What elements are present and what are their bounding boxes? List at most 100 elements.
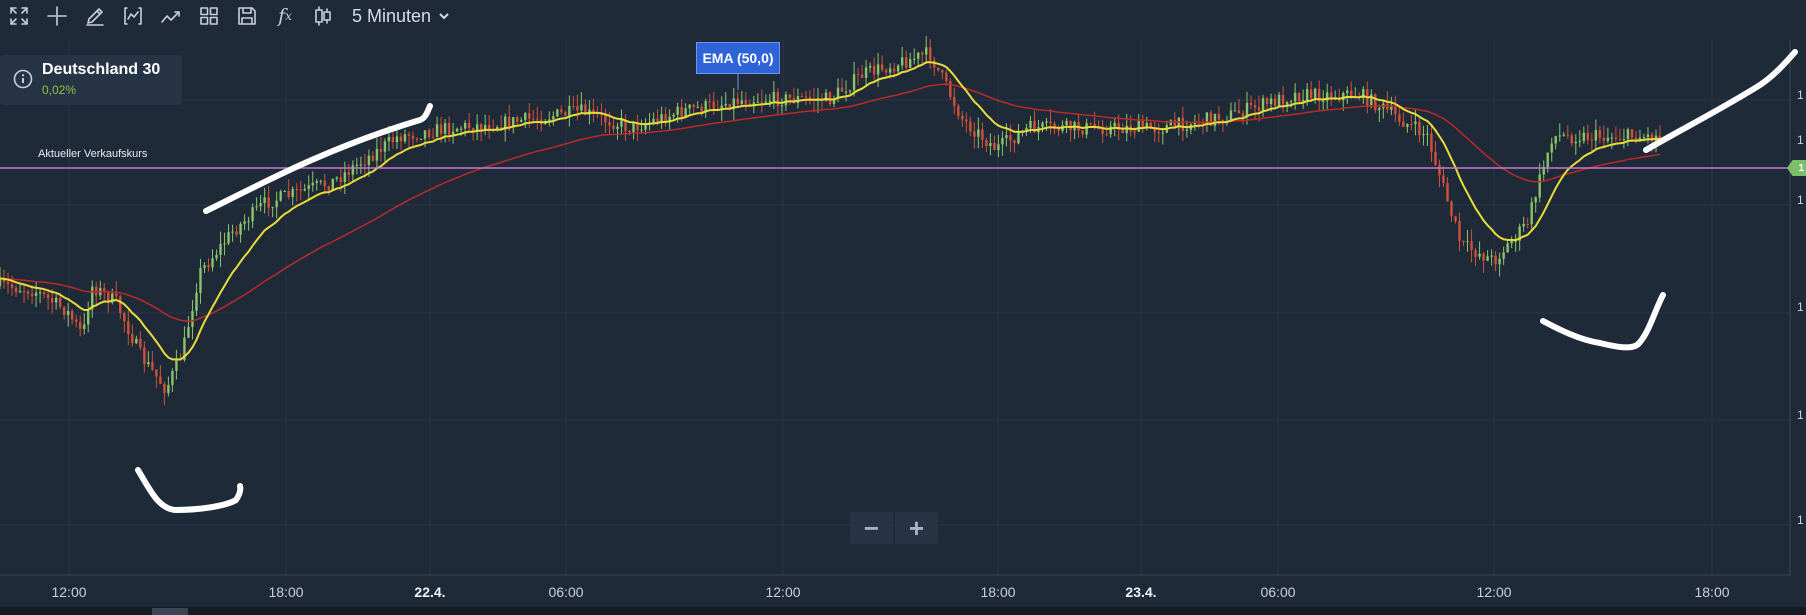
candle [10,284,14,288]
candle [135,338,138,344]
candle [1538,174,1541,198]
candle [207,265,210,268]
candle [508,116,511,128]
candle [892,68,896,72]
zoom-in-button[interactable]: + [895,512,938,544]
candle [247,221,250,223]
x-tick-label: 12:00 [1476,584,1512,600]
candle [255,206,258,208]
candle [451,131,455,135]
candle [1289,101,1293,103]
candle [1450,201,1453,217]
candle [1374,94,1377,111]
candle [327,186,330,191]
candle [656,118,659,123]
candle [415,138,419,140]
candle [764,101,768,103]
candle [568,105,571,116]
candle [1113,122,1116,127]
instrument-info-box[interactable]: Deutschland 30 0,02% [0,55,182,105]
chart-grid [0,40,1791,576]
candle [1217,113,1221,120]
candle [1462,240,1465,242]
candle [1458,221,1461,241]
candle [331,178,335,191]
candle [435,124,439,138]
candle [1534,197,1537,203]
candle [552,116,555,120]
candle [1510,240,1513,244]
candle [1610,137,1614,139]
candle [1105,134,1108,136]
candle [1530,202,1533,225]
candle [1346,90,1349,93]
ema-indicator-tag[interactable]: EMA (50,0) [696,42,780,74]
candle [62,306,66,316]
candle [1606,137,1610,141]
candle [612,125,615,130]
instrument-name: Deutschland 30 [42,61,161,78]
zoom-out-button[interactable]: − [850,512,893,544]
candle [1578,141,1582,143]
candle [175,359,178,371]
candle [784,94,788,106]
candle [516,117,519,122]
candle [231,231,234,233]
candle [1273,98,1277,106]
candle [1249,102,1253,105]
candle [1233,110,1237,112]
candle [403,134,407,142]
candle [447,123,451,135]
candle [1402,121,1405,127]
candle [616,126,619,130]
candle [1630,129,1634,138]
candle [419,138,423,140]
candle [163,383,166,394]
candle [1622,139,1626,141]
candle [1237,110,1241,114]
annotation-bottom-left [135,467,244,513]
candle [740,100,743,104]
horizontal-scrollbar[interactable] [0,607,1806,615]
candle [1041,122,1044,128]
candle [760,101,764,103]
candle [131,334,134,344]
candle [840,87,844,92]
candle [977,129,980,137]
scrollbar-thumb[interactable] [152,608,188,615]
candle [211,258,214,268]
candle [941,70,944,73]
candle [22,291,26,293]
candle [42,292,46,295]
candle [937,67,940,71]
candle [311,182,314,186]
candle [267,197,270,208]
candle [387,137,391,142]
candle [1017,132,1020,144]
candle [459,128,463,130]
candle [1618,139,1622,141]
candle [708,101,711,103]
candle [696,106,699,108]
candle [913,58,916,60]
candle [411,135,415,139]
candle [532,118,535,120]
candle [1486,256,1489,261]
candle [772,92,776,101]
candle [1470,241,1473,251]
candle [1293,92,1297,102]
candle [275,200,278,208]
candle [78,322,82,329]
y-tick-label: 1 [1797,133,1804,147]
candle [395,136,399,143]
candle [54,297,58,303]
candle [347,172,351,175]
candle [299,189,302,191]
candle [1526,224,1529,226]
info-icon[interactable] [13,69,33,89]
candle [953,96,956,106]
candle [1261,98,1265,111]
candle [1297,92,1301,102]
candle [856,74,860,76]
x-tick-label: 23.4. [1125,584,1157,600]
